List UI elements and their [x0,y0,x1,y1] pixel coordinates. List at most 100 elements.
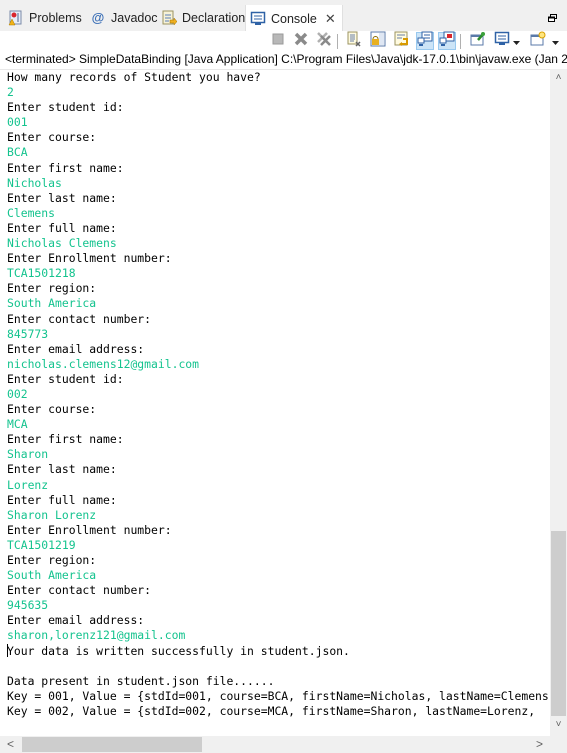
new-console-icon [530,31,546,52]
console-input-line: Clemens [7,205,56,220]
chevron-down-icon [551,32,559,50]
terminate-button[interactable] [269,32,287,50]
remove-all-terminated-button[interactable] [315,31,333,52]
console-output-line: Enter course: [7,130,97,145]
vertical-scrollbar[interactable]: ˄ ˅ [550,69,567,736]
console-icon [250,11,266,27]
console-input-line: TCA1501218 [7,266,76,281]
pin-console-button[interactable] [469,31,487,52]
view-tab-bar: Problems @ Javadoc Declaration Console ✕ [0,0,567,32]
show-stdout-icon [417,31,433,52]
console-output-line: How many records of Student you have? [7,70,261,84]
console-input-line: MCA [7,417,28,432]
console-input-line: Sharon [7,447,49,462]
scroll-right-icon[interactable]: > [531,737,548,751]
console-output-line: Enter email address: [7,341,145,356]
console-output-line: Enter last name: [7,190,117,205]
console-input-line: sharon,lorenz121@gmail.com [7,628,186,643]
open-console-button[interactable] [529,31,547,52]
console-output-line: Enter contact number: [7,583,152,598]
display-console-dropdown[interactable] [511,32,521,50]
remove-icon [294,32,308,51]
console-output-line: Enter student id: [7,100,124,115]
console-input-line: Lorenz [7,477,49,492]
display-console-icon [494,31,510,52]
console-input-line: Nicholas Clemens [7,236,117,251]
tab-label: Declaration [182,11,246,25]
console-output-line: Enter student id: [7,371,124,386]
word-wrap-icon [394,31,410,52]
toolbar-separator [337,34,338,49]
console-input-line: South America [7,296,97,311]
console-output-line: Enter region: [7,553,97,567]
declaration-icon [161,10,178,26]
tab-label: Problems [29,11,82,25]
toolbar-separator [460,34,461,49]
horizontal-scroll-thumb[interactable] [22,737,202,752]
console-output-line: Key = 001, Value = {stdId=001, course=BC… [7,688,549,703]
console-toolbar [0,31,567,50]
scroll-lock-button[interactable] [369,31,387,52]
at-sign-icon: @ [91,10,105,25]
process-status-label: <terminated> SimpleDataBinding [Java App… [5,52,567,66]
console-input-line: 001 [7,115,28,130]
clear-console-icon [346,31,362,52]
horizontal-scrollbar[interactable]: < > [0,736,550,753]
scroll-up-icon[interactable]: ˄ [550,72,567,83]
console-output-line: Enter full name: [7,492,117,507]
console-output-line: Enter Enrollment number: [7,251,172,266]
stop-icon [272,32,284,50]
console-output-line: Enter first name: [7,160,124,175]
console-input-line: 945635 [7,598,49,613]
remove-all-icon [316,31,332,52]
maximize-icon[interactable] [548,9,557,22]
tab-label: Console [271,11,317,26]
console-output-line: Your data is written successfully in stu… [7,643,350,658]
tab-console[interactable]: Console ✕ [245,5,343,32]
show-on-stdout-button[interactable] [416,31,434,52]
console-input-line: TCA1501219 [7,537,76,552]
console-output-line: Enter Enrollment number: [7,522,172,537]
problems-icon [8,10,24,26]
console-output-line [7,659,550,674]
console-output-line: Enter course: [7,402,97,417]
console-output-line: Enter full name: [7,220,117,235]
console-output-line: Enter email address: [7,613,145,628]
tab-javadoc[interactable]: @ Javadoc [90,5,158,31]
console-output-area[interactable]: How many records of Student you have? 2 En… [0,69,550,737]
pin-icon [470,31,486,52]
console-output-line: Enter last name: [7,462,117,477]
console-input-line: nicholas.clemens12@gmail.com [7,356,200,371]
open-console-dropdown[interactable] [549,32,561,50]
clear-console-button[interactable] [345,31,363,52]
tab-declaration[interactable]: Declaration [161,5,245,31]
console-input-line: Nicholas [7,175,62,190]
console-input-line: 002 [7,386,28,401]
console-input-line: BCA [7,145,28,160]
display-console-button[interactable] [493,31,511,52]
console-input-line: 845773 [7,326,49,341]
show-on-stderr-button[interactable] [438,31,456,52]
console-output-line: Enter region: [7,281,97,296]
vertical-scroll-thumb[interactable] [551,531,566,716]
show-stderr-icon [439,31,455,52]
console-output-line: Enter first name: [7,432,124,447]
console-output-line: Enter contact number: [7,311,152,326]
scroll-left-icon[interactable]: < [2,737,19,751]
scrollbar-corner [550,736,567,753]
console-output-line: Data present in student.json file...... [7,673,275,688]
console-input-line: Sharon Lorenz [7,507,97,522]
tab-problems[interactable]: Problems [8,5,82,31]
scroll-down-icon[interactable]: ˅ [550,719,567,730]
console-output-line: Key = 002, Value = {stdId=002, course=MC… [7,703,542,718]
console-input-line: 2 [7,85,14,100]
word-wrap-button[interactable] [393,31,411,52]
close-icon[interactable]: ✕ [325,11,336,27]
scroll-lock-icon [370,31,386,52]
text-cursor [7,643,8,657]
remove-launch-button[interactable] [292,32,310,50]
console-input-line: South America [7,568,97,583]
tab-label: Javadoc [111,11,158,25]
console-text: How many records of Student you have? 2 En… [0,70,550,719]
chevron-down-icon [512,32,520,50]
